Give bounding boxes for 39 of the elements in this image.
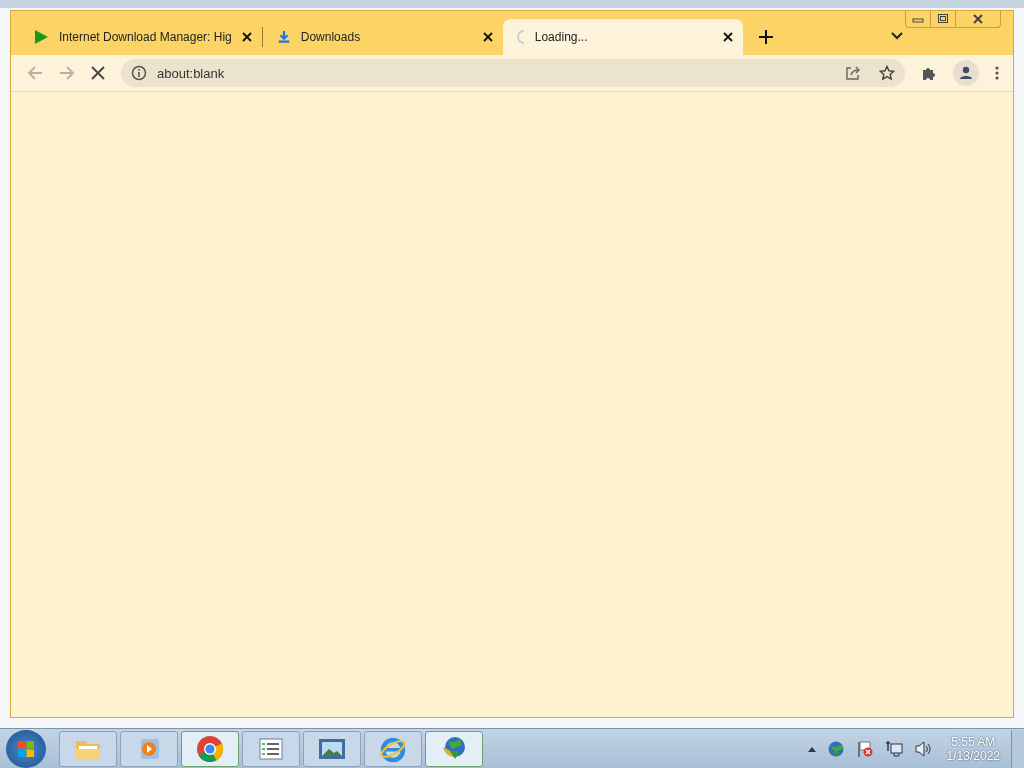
close-icon [972,12,984,25]
chevron-down-icon[interactable] [891,32,903,40]
close-icon[interactable] [482,32,493,42]
browser-tab[interactable]: Internet Download Manager: Hig [19,19,262,55]
address-bar[interactable]: about:blank [121,59,905,87]
share-icon[interactable] [845,65,861,81]
browser-tab[interactable]: Loading... [502,19,743,55]
taskbar-button[interactable] [59,730,117,767]
speaker-icon[interactable] [913,739,932,758]
download-icon [276,30,291,44]
star-icon[interactable] [879,65,895,81]
new-tab-icon[interactable] [758,30,773,44]
info-icon [131,65,147,81]
taskbar-button[interactable] [181,730,239,767]
more-icon[interactable] [995,65,999,81]
photo-icon [317,736,347,761]
profile-button[interactable] [953,60,979,86]
clock-time: 5:55 AM [951,734,996,749]
person-icon [958,65,974,81]
restore-icon [937,12,949,25]
spinner-icon [516,30,525,44]
close-icon[interactable] [722,32,733,42]
browser-tab[interactable]: Downloads [262,19,503,55]
windows-logo-icon [16,738,36,759]
close-icon[interactable] [241,32,252,42]
taskbar-button[interactable] [242,730,300,767]
chrome-icon [196,734,224,763]
clock-date: 1/13/2022 [946,748,1000,763]
caret-up-icon[interactable] [807,745,816,752]
play-icon [33,29,49,45]
list-icon [257,736,285,761]
puzzle-icon[interactable] [921,65,937,81]
start-button[interactable] [6,729,46,768]
flag-icon[interactable] [855,739,874,758]
stop-icon[interactable] [91,66,105,80]
taskbar-button[interactable] [303,730,361,767]
globe-icon[interactable] [826,739,845,758]
taskbar-button[interactable] [425,730,483,767]
network-icon[interactable] [884,739,903,758]
